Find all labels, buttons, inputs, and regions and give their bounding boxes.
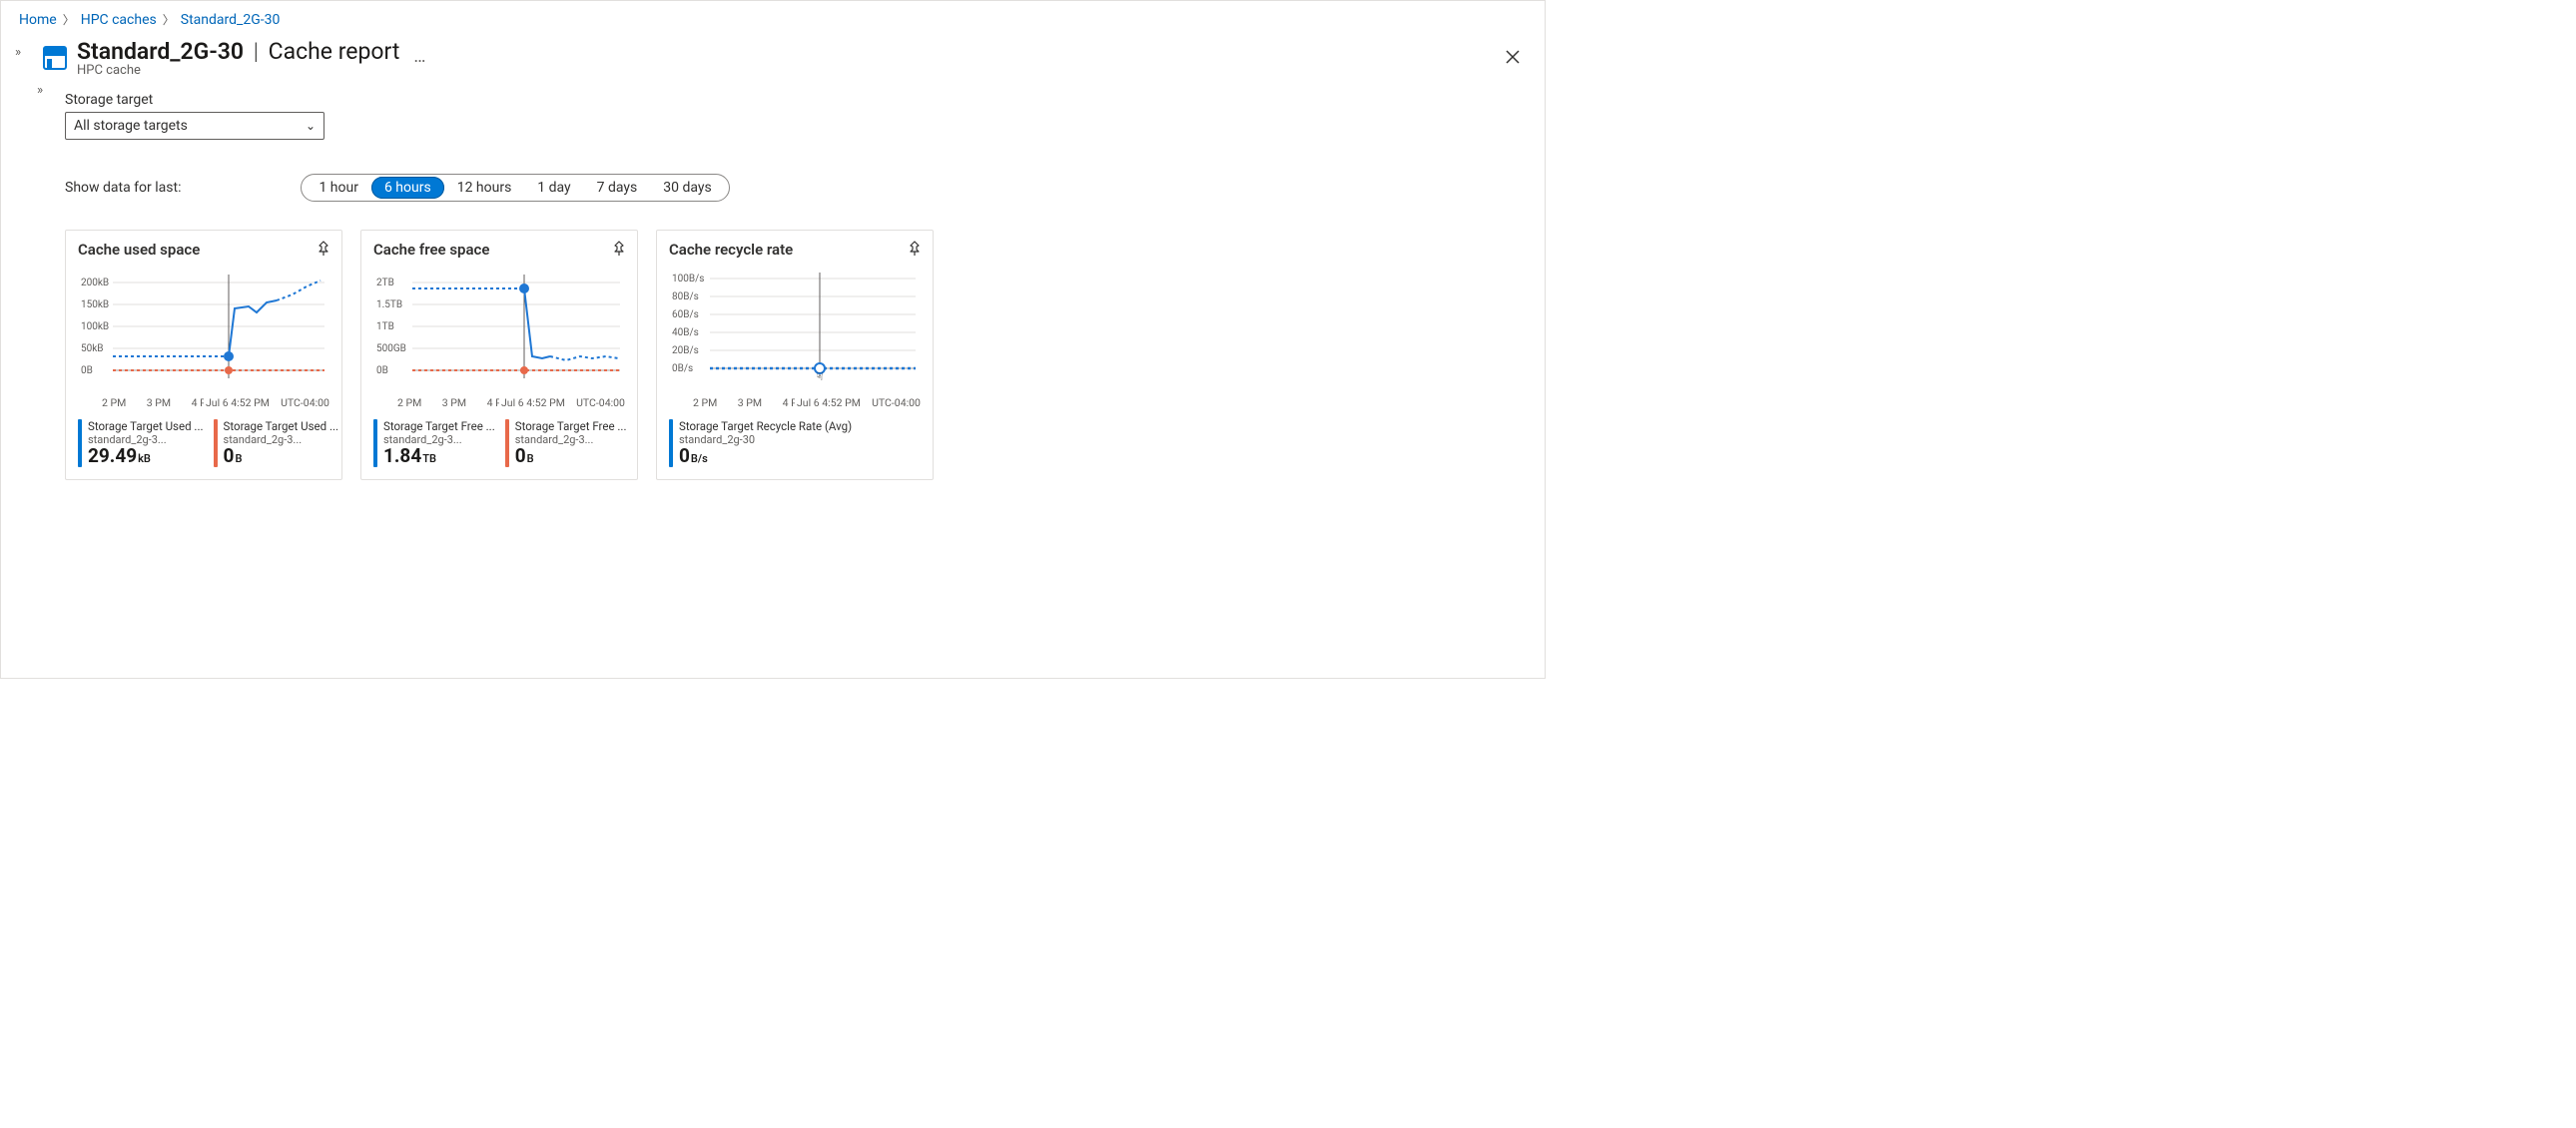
card-cache-used-space: Cache used space	[65, 230, 342, 480]
expand-menu-icon[interactable]: »	[37, 83, 43, 98]
legend-title: Storage Target Used ...	[224, 419, 339, 433]
storage-target-label: Storage target	[65, 92, 1527, 108]
legend-title: Storage Target Recycle Rate (Avg)	[679, 419, 852, 433]
pin-icon	[611, 241, 627, 257]
legend-sub: standard_2g-3...	[224, 433, 339, 446]
timerange-30d[interactable]: 30 days	[650, 177, 724, 199]
pin-button[interactable]	[907, 241, 923, 257]
svg-text:50kB: 50kB	[81, 343, 104, 354]
svg-text:40B/s: 40B/s	[672, 327, 699, 338]
storage-target-selected: All storage targets	[74, 118, 188, 134]
swatch-blue	[669, 419, 673, 467]
x-axis: 2 PM 3 PM 4 PM 6 PM UTC-04:00 Jul 6 4:52…	[669, 396, 921, 409]
legend-title: Storage Target Free ...	[383, 419, 495, 433]
svg-text:100kB: 100kB	[81, 321, 109, 332]
chart[interactable]: 2TB 1.5TB 1TB 500GB 0B	[373, 267, 625, 394]
legend-value: 1.84TB	[383, 446, 495, 467]
svg-text:20B/s: 20B/s	[672, 345, 699, 356]
breadcrumb-hpc-caches[interactable]: HPC caches	[81, 12, 157, 28]
timerange-12h[interactable]: 12 hours	[444, 177, 525, 199]
timerange-selector: 1 hour 6 hours 12 hours 1 day 7 days 30 …	[301, 174, 729, 202]
legend-title: Storage Target Used ...	[88, 419, 204, 433]
card-cache-recycle-rate: Cache recycle rate	[656, 230, 934, 480]
legend-item[interactable]: Storage Target Used ... standard_2g-3...…	[214, 419, 339, 467]
chart[interactable]: 100B/s 80B/s 60B/s 40B/s 20B/s 0B/s ☟	[669, 267, 921, 394]
breadcrumb-resource[interactable]: Standard_2G-30	[181, 12, 281, 28]
cursor-time: Jul 6 4:52 PM	[204, 396, 272, 409]
legend-item[interactable]: Storage Target Free ... standard_2g-3...…	[373, 419, 495, 467]
x-axis: 2 PM 3 PM 4 PM 6 PM UTC-04:00 Jul 6 4:52…	[373, 396, 625, 409]
pin-button[interactable]	[611, 241, 627, 257]
breadcrumb-home[interactable]: Home	[19, 12, 57, 28]
svg-text:1TB: 1TB	[376, 321, 394, 332]
svg-text:☟: ☟	[817, 370, 824, 383]
swatch-blue	[78, 419, 82, 467]
storage-target-select[interactable]: All storage targets ⌄	[65, 112, 324, 140]
blade-title: Cache report	[269, 38, 400, 65]
legend-sub: standard_2g-30	[679, 433, 852, 446]
legend-item[interactable]: Storage Target Used ... standard_2g-3...…	[78, 419, 204, 467]
resource-type: HPC cache	[77, 63, 399, 78]
legend-item[interactable]: Storage Target Recycle Rate (Avg) standa…	[669, 419, 852, 467]
card-title: Cache recycle rate	[669, 241, 921, 259]
svg-text:500GB: 500GB	[376, 343, 406, 354]
legend-sub: standard_2g-3...	[515, 433, 627, 446]
timerange-7d[interactable]: 7 days	[584, 177, 651, 199]
pin-button[interactable]	[316, 241, 331, 257]
timerange-1d[interactable]: 1 day	[524, 177, 583, 199]
chart[interactable]: 200kB 150kB 100kB 50kB 0B	[78, 267, 329, 394]
svg-text:2TB: 2TB	[376, 278, 394, 288]
swatch-orange	[505, 419, 509, 467]
svg-text:0B/s: 0B/s	[672, 363, 693, 374]
page-title: Standard_2G-30 | Cache report	[77, 38, 399, 65]
swatch-orange	[214, 419, 218, 467]
cursor-time: Jul 6 4:52 PM	[499, 396, 567, 409]
pin-icon	[907, 241, 923, 257]
swatch-blue	[373, 419, 377, 467]
more-actions-button[interactable]: …	[399, 46, 439, 67]
legend-value: 0B	[515, 446, 627, 467]
legend-value: 0B/s	[679, 446, 852, 467]
svg-text:150kB: 150kB	[81, 299, 109, 310]
svg-text:200kB: 200kB	[81, 278, 109, 288]
pin-icon	[316, 241, 331, 257]
card-title: Cache used space	[78, 241, 329, 259]
svg-text:80B/s: 80B/s	[672, 291, 699, 302]
card-cache-free-space: Cache free space 2TB	[360, 230, 638, 480]
svg-text:1.5TB: 1.5TB	[376, 299, 402, 310]
resource-name: Standard_2G-30	[77, 38, 244, 65]
close-button[interactable]	[1499, 40, 1527, 76]
svg-text:0B: 0B	[376, 365, 388, 376]
svg-text:0B: 0B	[81, 365, 93, 376]
hpc-cache-icon	[43, 46, 67, 70]
timerange-label: Show data for last:	[65, 180, 181, 196]
close-icon	[1505, 49, 1521, 65]
legend-item[interactable]: Storage Target Free ... standard_2g-3...…	[505, 419, 627, 467]
timerange-1h[interactable]: 1 hour	[306, 177, 371, 199]
svg-text:60B/s: 60B/s	[672, 309, 699, 320]
chevron-down-icon: ⌄	[306, 119, 316, 133]
cursor-time: Jul 6 4:52 PM	[795, 396, 863, 409]
svg-text:100B/s: 100B/s	[672, 274, 704, 284]
legend-value: 29.49kB	[88, 446, 204, 467]
legend-value: 0B	[224, 446, 339, 467]
chevron-right-icon: 〉	[163, 11, 175, 28]
breadcrumb: Home 〉 HPC caches 〉 Standard_2G-30	[1, 1, 1545, 34]
legend-title: Storage Target Free ...	[515, 419, 627, 433]
card-title: Cache free space	[373, 241, 625, 259]
x-axis: 2 PM 3 PM 4 PM 6 PM UTC-04:00 Jul 6 4:52…	[78, 396, 329, 409]
chevron-right-icon: 〉	[63, 11, 75, 28]
timerange-6h[interactable]: 6 hours	[371, 177, 444, 199]
